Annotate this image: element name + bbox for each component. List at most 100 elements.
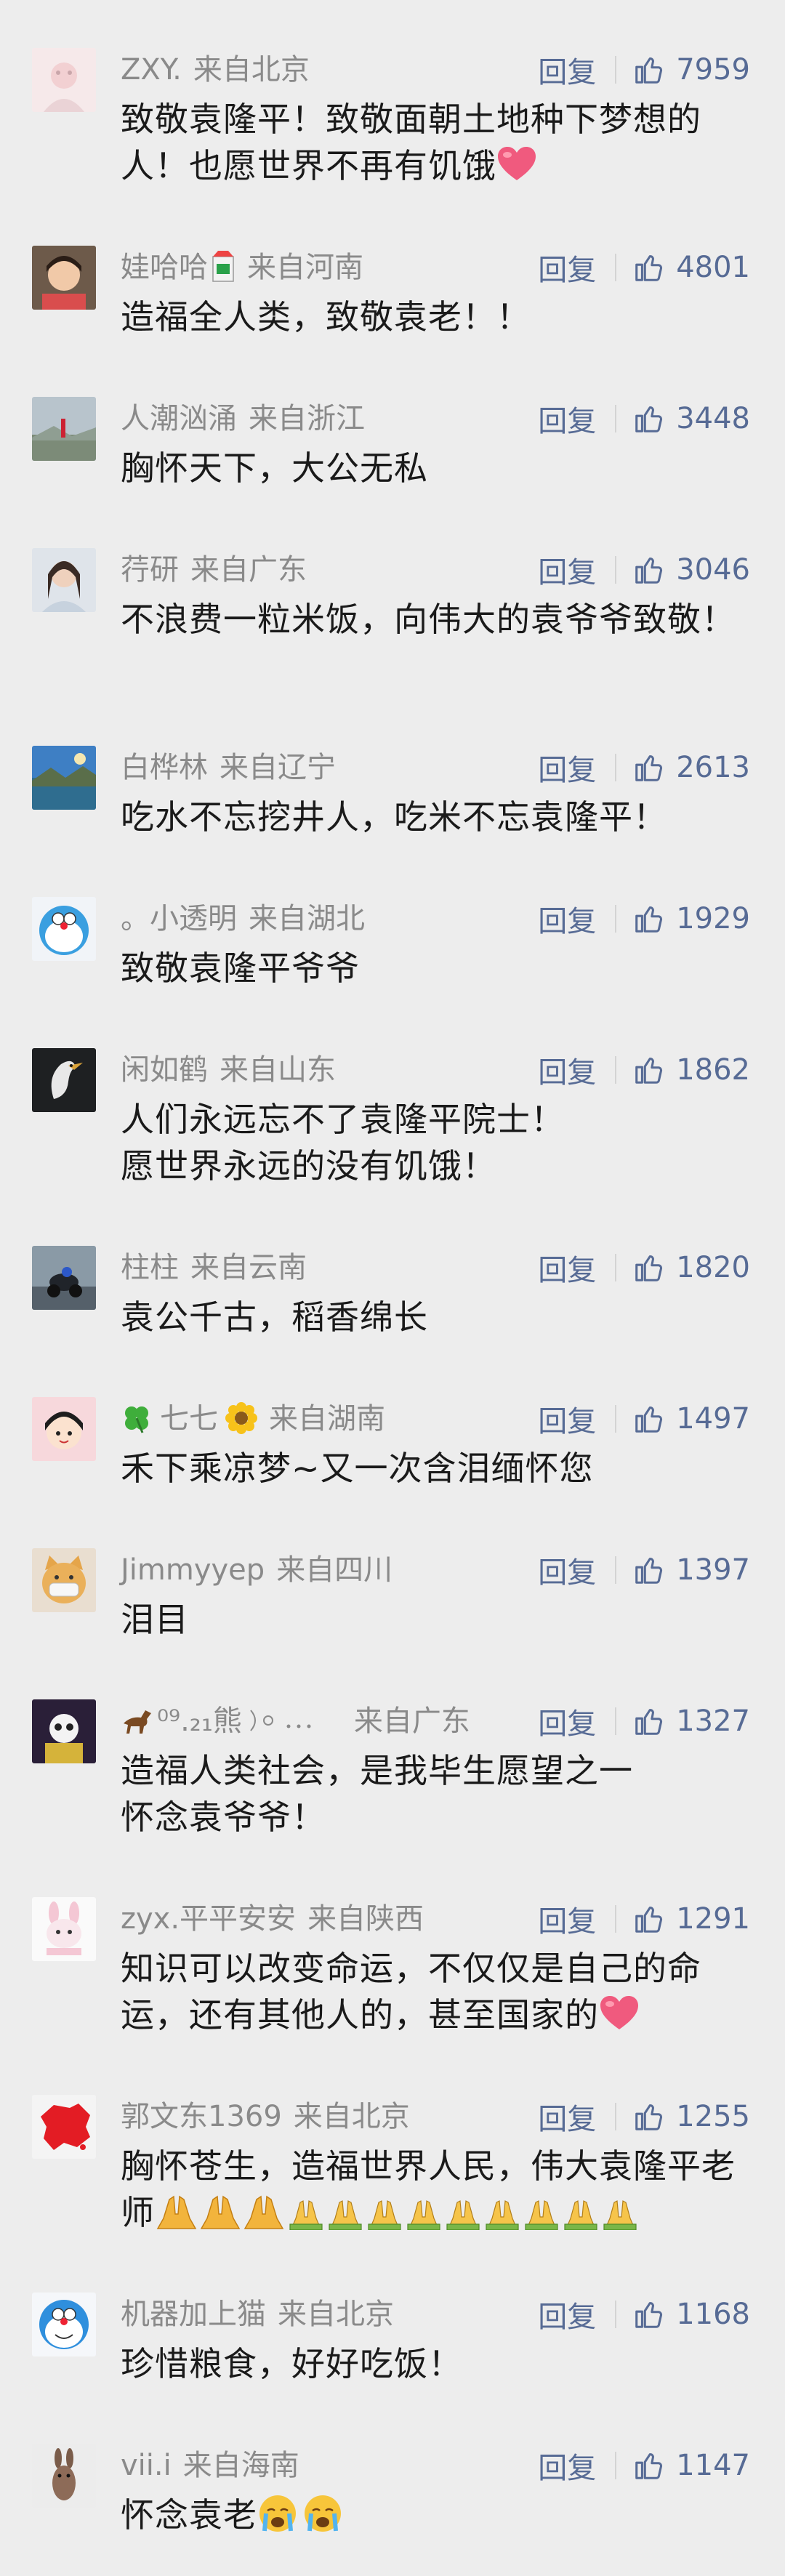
thumbs-up-icon xyxy=(635,755,663,781)
reply-button[interactable]: 回复 xyxy=(538,1049,596,1091)
reply-button[interactable]: 回复 xyxy=(538,1247,596,1289)
avatar[interactable] xyxy=(32,397,96,461)
avatar[interactable] xyxy=(32,897,96,961)
comment-text: 人们永远忘不了袁隆平院士！ 愿世界永远的没有饥饿！ xyxy=(121,1100,565,1186)
username[interactable]: 娃哈哈 xyxy=(121,251,208,284)
comment-actions: 回复 1820 xyxy=(538,1241,750,1294)
reply-button[interactable]: 回复 xyxy=(538,246,596,289)
reply-button[interactable]: 回复 xyxy=(538,898,596,940)
comment-list: ZXY. 来自北京 回复 7959 致敬袁隆平！致敬面朝土地种下梦想的人！也愿世界… xyxy=(0,0,785,2576)
avatar[interactable] xyxy=(32,2095,96,2159)
like-button[interactable]: 1929 xyxy=(632,902,750,935)
divider xyxy=(615,1905,617,1933)
reply-button[interactable]: 回复 xyxy=(538,1898,596,1940)
username[interactable]: ZXY. xyxy=(121,53,182,86)
username[interactable]: Jimmyyep xyxy=(121,1553,265,1587)
like-button[interactable]: 1862 xyxy=(632,1053,750,1087)
like-button[interactable]: 4801 xyxy=(632,251,750,284)
like-button[interactable]: 3046 xyxy=(632,553,750,587)
thumbs-up-icon xyxy=(635,1406,663,1433)
like-button[interactable]: 3448 xyxy=(632,402,750,435)
location-label: 来自陕西 xyxy=(307,1902,424,1936)
divider xyxy=(615,2103,617,2130)
like-count: 2613 xyxy=(676,751,750,784)
username[interactable]: 闲如鹤 xyxy=(121,1053,208,1087)
username[interactable]: 荇研 xyxy=(121,553,179,587)
like-count: 1327 xyxy=(676,1704,750,1738)
comment-text: 珍惜粮食，好好吃饭！ xyxy=(121,2344,462,2383)
like-button[interactable]: 1291 xyxy=(632,1902,750,1936)
comment-text: 禾下乘凉梦~又一次含泪缅怀您 xyxy=(121,1449,594,1488)
avatar[interactable] xyxy=(32,246,96,310)
comment-actions: 回复 7959 xyxy=(538,44,750,96)
thumbs-up-icon xyxy=(635,558,663,584)
thumbs-up-icon xyxy=(635,2453,663,2479)
username[interactable]: 郭文东1369 xyxy=(121,2100,282,2133)
avatar[interactable] xyxy=(32,1548,96,1612)
avatar[interactable] xyxy=(32,48,96,112)
reply-button[interactable]: 回复 xyxy=(538,1398,596,1440)
like-button[interactable]: 2613 xyxy=(632,751,750,784)
reply-button[interactable]: 回复 xyxy=(538,746,596,789)
like-count: 1255 xyxy=(676,2100,750,2133)
clover-emoji xyxy=(121,1398,153,1433)
like-button[interactable]: 1327 xyxy=(632,1704,750,1738)
avatar[interactable] xyxy=(32,548,96,612)
folded-hands-emoji-row xyxy=(155,2192,678,2231)
reply-button[interactable]: 回复 xyxy=(538,2293,596,2335)
avatar[interactable] xyxy=(32,1897,96,1961)
avatar[interactable] xyxy=(32,1699,96,1763)
reply-button[interactable]: 回复 xyxy=(538,1549,596,1591)
username[interactable]: 白桦林 xyxy=(121,751,208,784)
comment-actions: 回复 3046 xyxy=(538,544,750,596)
reply-button[interactable]: 回复 xyxy=(538,49,596,91)
sunflower-emoji xyxy=(225,1398,257,1434)
like-count: 1862 xyxy=(676,1053,750,1087)
like-button[interactable]: 1397 xyxy=(632,1553,750,1587)
reply-button[interactable]: 回复 xyxy=(538,2444,596,2487)
like-button[interactable]: 1497 xyxy=(632,1402,750,1436)
username[interactable]: 柱柱 xyxy=(121,1251,179,1284)
comment-text: 吃水不忘挖井人，吃米不忘袁隆平！ xyxy=(121,797,667,837)
location-label: 来自四川 xyxy=(276,1553,393,1587)
comment-meta: 。小透明 来自湖北 xyxy=(121,893,365,945)
avatar[interactable] xyxy=(32,1246,96,1310)
username[interactable]: vii.i xyxy=(121,2449,172,2482)
avatar[interactable] xyxy=(32,2293,96,2356)
like-button[interactable]: 1147 xyxy=(632,2449,750,2482)
thumbs-up-icon xyxy=(635,1709,663,1735)
divider xyxy=(615,1556,617,1584)
like-count: 1820 xyxy=(676,1251,750,1284)
like-count: 1397 xyxy=(676,1553,750,1587)
milk-carton-emoji xyxy=(211,247,236,282)
like-count: 7959 xyxy=(676,53,750,86)
comment-meta: vii.i 来自海南 xyxy=(121,2439,299,2492)
decorative-symbols xyxy=(245,1701,325,1733)
avatar[interactable] xyxy=(32,1397,96,1461)
username[interactable]: 机器加上猫 xyxy=(121,2298,266,2331)
username[interactable]: 人潮汹涌 xyxy=(121,402,237,435)
username[interactable]: zyx.平平安安 xyxy=(121,1902,296,1936)
location-label: 来自北京 xyxy=(293,2100,410,2133)
username[interactable]: ⁰⁹.₂₁熊 xyxy=(157,1704,242,1738)
comment-text: 造福人类社会，是我毕生愿望之一 怀念袁爷爷！ xyxy=(121,1751,633,1837)
username[interactable]: 。小透明 xyxy=(121,902,237,935)
username[interactable]: 七七 xyxy=(160,1402,218,1436)
like-button[interactable]: 1820 xyxy=(632,1251,750,1284)
avatar[interactable] xyxy=(32,746,96,810)
like-button[interactable]: 1168 xyxy=(632,2298,750,2331)
reply-button[interactable]: 回复 xyxy=(538,398,596,440)
reply-button[interactable]: 回复 xyxy=(538,1700,596,1742)
like-button[interactable]: 7959 xyxy=(632,53,750,86)
avatar[interactable] xyxy=(32,1048,96,1112)
comment-meta: 荇研 来自广东 xyxy=(121,544,307,596)
reply-button[interactable]: 回复 xyxy=(538,2096,596,2138)
comment-meta: 郭文东1369 来自北京 xyxy=(121,2090,410,2143)
comment-actions: 回复 1497 xyxy=(538,1393,750,1445)
reply-button[interactable]: 回复 xyxy=(538,549,596,591)
comment-meta: Jimmyyep 来自四川 xyxy=(121,1544,392,1596)
avatar[interactable] xyxy=(32,2444,96,2508)
location-label: 来自河南 xyxy=(247,251,363,284)
thumbs-up-icon xyxy=(635,255,663,281)
like-button[interactable]: 1255 xyxy=(632,2100,750,2133)
